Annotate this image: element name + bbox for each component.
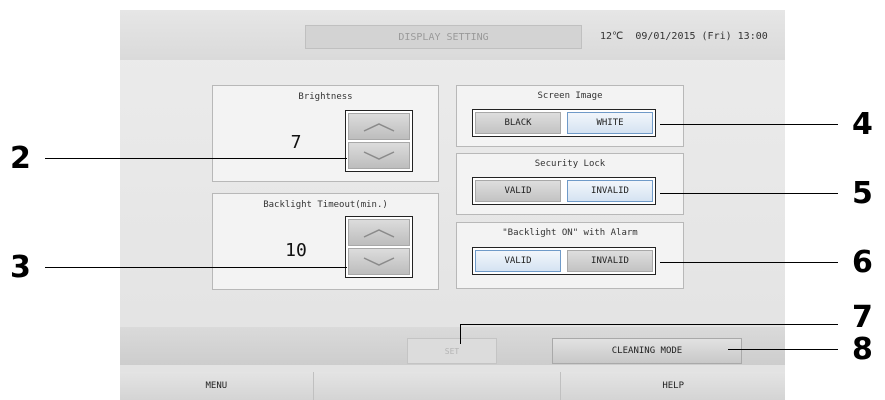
- backlight-alarm-panel: "Backlight ON" with Alarm VALID INVALID: [456, 222, 684, 289]
- backlight-timeout-title: Backlight Timeout(min.): [263, 200, 388, 210]
- callout-6: 6: [852, 245, 873, 280]
- callout-line-6: [660, 262, 838, 263]
- security-lock-options: VALID INVALID: [472, 177, 656, 205]
- security-lock-panel: Security Lock VALID INVALID: [456, 153, 684, 215]
- callout-line-8: [728, 349, 838, 350]
- set-button[interactable]: SET: [407, 338, 497, 364]
- callout-line-3: [45, 267, 347, 268]
- chevron-down-icon: [363, 256, 395, 266]
- callout-5: 5: [852, 176, 873, 211]
- backlight-timeout-value: 10: [285, 240, 307, 261]
- help-button[interactable]: HELP: [561, 372, 785, 400]
- callout-4: 4: [852, 107, 873, 142]
- footer-middle-button[interactable]: [314, 372, 562, 400]
- chevron-up-icon: [363, 228, 395, 238]
- brightness-down-button[interactable]: [348, 142, 410, 169]
- brightness-stepper: [345, 110, 413, 172]
- chevron-up-icon: [363, 122, 395, 132]
- brightness-up-button[interactable]: [348, 113, 410, 140]
- menu-button[interactable]: MENU: [120, 372, 314, 400]
- screen-image-white-button[interactable]: WHITE: [567, 112, 653, 134]
- cleaning-mode-button[interactable]: CLEANING MODE: [552, 338, 742, 364]
- footer-nav: MENU HELP: [120, 372, 785, 400]
- backlight-alarm-title: "Backlight ON" with Alarm: [502, 228, 638, 238]
- status-readout: 12℃ 09/01/2015 (Fri) 13:00: [600, 30, 768, 42]
- backlight-timeout-panel: Backlight Timeout(min.) 10: [212, 193, 439, 290]
- screen-image-options: BLACK WHITE: [472, 109, 656, 137]
- chevron-down-icon: [363, 150, 395, 160]
- screen-image-black-button[interactable]: BLACK: [475, 112, 561, 134]
- backlight-timeout-up-button[interactable]: [348, 219, 410, 246]
- backlight-alarm-options: VALID INVALID: [472, 247, 656, 275]
- callout-line-7b: [460, 324, 461, 344]
- callout-2: 2: [10, 141, 31, 176]
- backlight-alarm-valid-button[interactable]: VALID: [475, 250, 561, 272]
- callout-7: 7: [852, 300, 873, 335]
- screen-image-panel: Screen Image BLACK WHITE: [456, 85, 684, 147]
- callout-3: 3: [10, 250, 31, 285]
- callout-line-2: [45, 158, 347, 159]
- page-title: DISPLAY SETTING: [305, 25, 582, 49]
- brightness-panel: Brightness 7: [212, 85, 439, 182]
- brightness-title: Brightness: [298, 92, 353, 102]
- backlight-timeout-stepper: [345, 216, 413, 278]
- security-lock-valid-button[interactable]: VALID: [475, 180, 561, 202]
- device-screen: DISPLAY SETTING 12℃ 09/01/2015 (Fri) 13:…: [120, 10, 785, 400]
- backlight-alarm-invalid-button[interactable]: INVALID: [567, 250, 653, 272]
- callout-8: 8: [852, 332, 873, 367]
- header-bar: DISPLAY SETTING 12℃ 09/01/2015 (Fri) 13:…: [120, 10, 785, 60]
- security-lock-title: Security Lock: [534, 159, 606, 169]
- backlight-timeout-down-button[interactable]: [348, 248, 410, 275]
- security-lock-invalid-button[interactable]: INVALID: [567, 180, 653, 202]
- callout-line-4: [660, 124, 838, 125]
- callout-line-5: [660, 193, 838, 194]
- callout-line-7a: [460, 324, 838, 325]
- screen-image-title: Screen Image: [537, 91, 603, 101]
- brightness-value: 7: [290, 132, 302, 153]
